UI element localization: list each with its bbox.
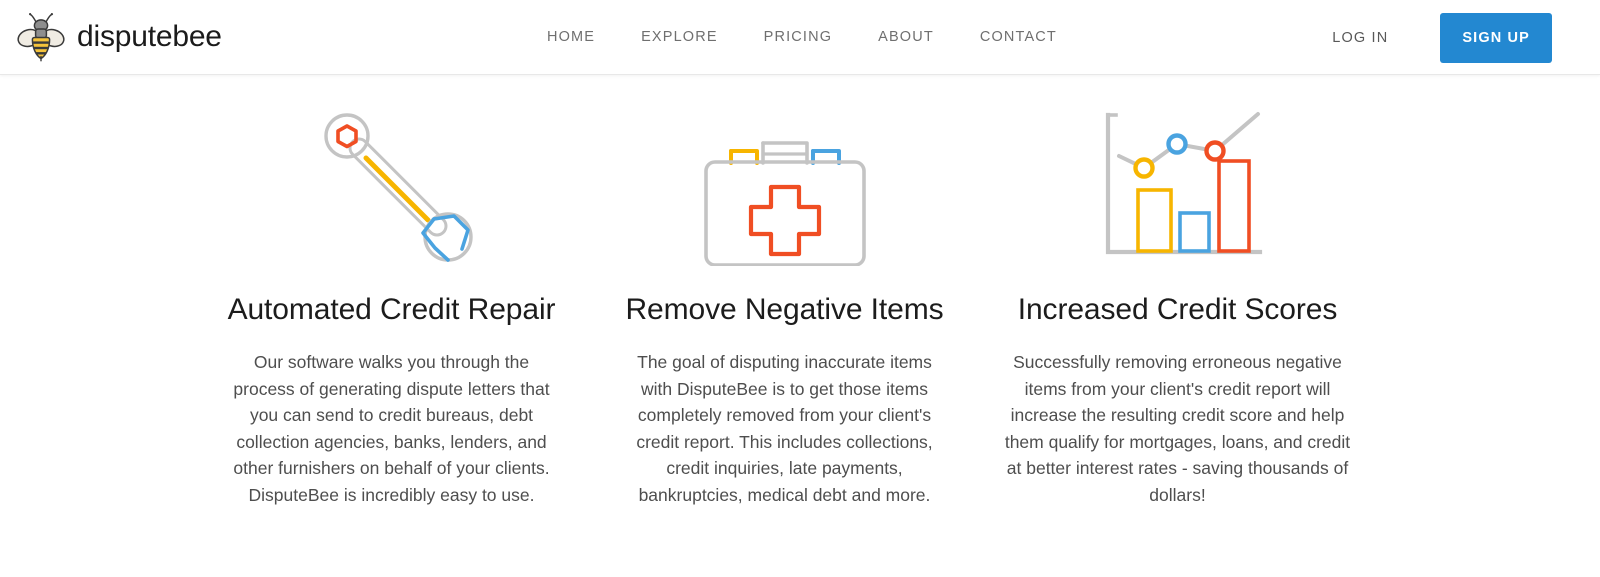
header-actions: LOG IN SIGN UP: [1332, 13, 1552, 63]
feature-title: Remove Negative Items: [625, 293, 944, 326]
nav-item-contact[interactable]: CONTACT: [980, 27, 1057, 47]
feature-description: Successfully removing erroneous negative…: [1004, 352, 1351, 505]
feature-card-automated-credit-repair: Automated Credit Repair Our software wal…: [195, 111, 588, 509]
bar-chart-icon: [1088, 111, 1268, 261]
main-navigation: HOME EXPLORE PRICING ABOUT CONTACT: [547, 27, 1057, 47]
feature-description: Our software walks you through the proce…: [233, 352, 550, 505]
login-link[interactable]: LOG IN: [1332, 13, 1388, 63]
feature-title: Increased Credit Scores: [1017, 293, 1338, 326]
nav-item-explore[interactable]: EXPLORE: [641, 27, 718, 47]
nav-item-home[interactable]: HOME: [547, 27, 595, 47]
nav-item-about[interactable]: ABOUT: [878, 27, 934, 47]
brand-name: disputebee: [77, 20, 222, 53]
feature-card-remove-negative-items: Remove Negative Items The goal of disput…: [588, 111, 981, 509]
feature-description: The goal of disputing inaccurate items w…: [636, 352, 933, 505]
brand-logo-link[interactable]: disputebee: [17, 11, 222, 63]
first-aid-kit-icon: [695, 111, 875, 266]
wrench-icon: [302, 111, 482, 262]
site-header: disputebee HOME EXPLORE PRICING ABOUT CO…: [0, 0, 1600, 75]
signup-button[interactable]: SIGN UP: [1440, 13, 1552, 63]
bee-icon: [17, 11, 65, 63]
nav-item-pricing[interactable]: PRICING: [764, 27, 832, 47]
feature-columns: Automated Credit Repair Our software wal…: [0, 75, 1600, 509]
feature-card-increased-credit-scores: Increased Credit Scores Successfully rem…: [981, 111, 1374, 509]
feature-title: Automated Credit Repair: [227, 293, 556, 326]
